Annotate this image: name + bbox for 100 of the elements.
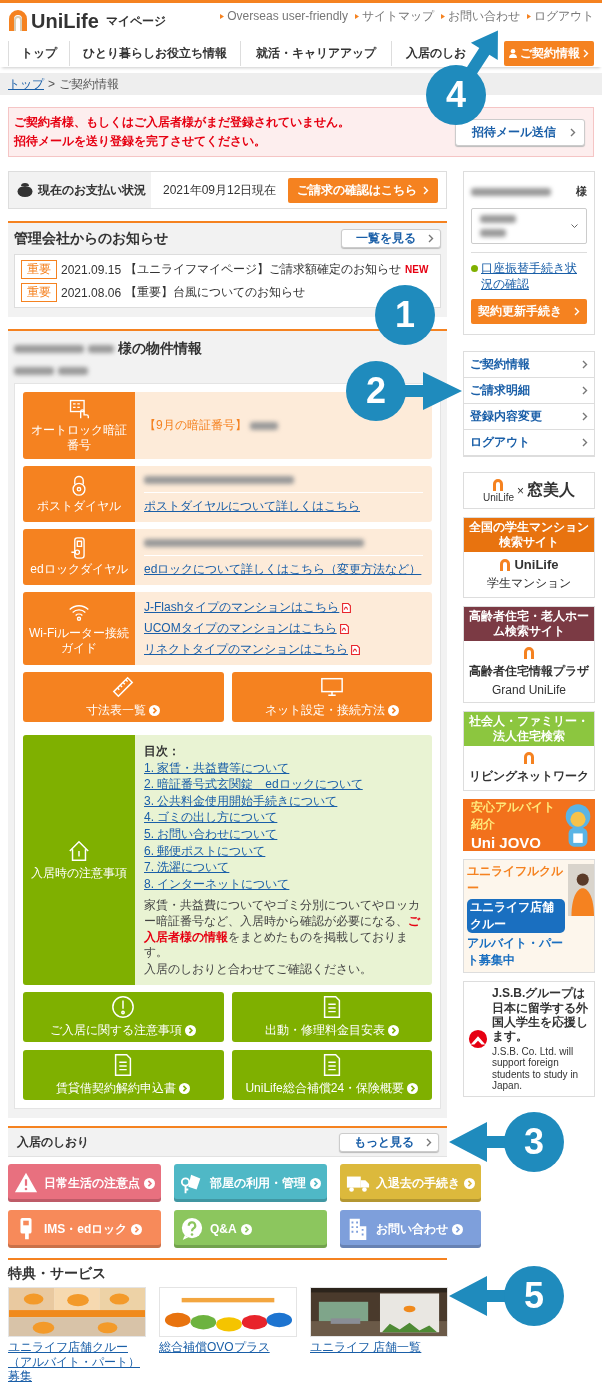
info-link[interactable]: リネクトタイプのマンションはこちら [144, 641, 348, 658]
chevron-icon [423, 185, 429, 195]
header-link[interactable]: お問い合わせ [448, 7, 520, 25]
header-link[interactable]: Overseas user-friendly [227, 9, 348, 23]
banner-header: 全国の学生マンション検索サイト [464, 518, 594, 553]
banner-header: 社会人・ファミリー・法人住宅検索 [464, 712, 594, 747]
blurred-text [480, 215, 516, 223]
banner-title: ユニライフルクルー [467, 863, 564, 898]
info-link[interactable]: J-Flashタイプのマンションはこちら [144, 599, 340, 616]
banner-mark: × [517, 483, 525, 498]
blurred-text [14, 345, 84, 353]
service-link[interactable]: ユニライフ店舗クルー（アルバイト・パート）募集 [8, 1340, 146, 1384]
question-icon [180, 1217, 204, 1242]
blurred-text [249, 421, 278, 430]
banner[interactable]: 高齢者住宅・老人ホーム検索サイト 高齢者住宅情報プラザ Grand UniLife [463, 606, 595, 704]
honorific: 様 [576, 184, 587, 199]
account-transfer-link[interactable]: 口座振替手続き状況の確認 [481, 261, 587, 293]
bullet-icon [220, 13, 225, 19]
info-label: edロックダイヤル [30, 562, 128, 577]
notes-text: 入居のしおりと合わせてご確認ください。 [144, 961, 373, 978]
house-icon [67, 839, 91, 864]
banner-logo: リビングネットワーク [469, 768, 589, 786]
wallet-icon [17, 183, 33, 197]
info-link[interactable]: UCOMタイプのマンションはこちら [144, 620, 337, 637]
toc-link[interactable]: 5. お問い合わせについて [144, 826, 278, 843]
ruler-icon [111, 675, 136, 699]
status-dot [471, 265, 478, 272]
view-list-button[interactable]: 一覧を見る [341, 229, 441, 248]
header-link[interactable]: サイトマップ [362, 7, 434, 25]
nav-item[interactable]: トップ [21, 44, 57, 62]
arrow-circle-icon [185, 1025, 197, 1037]
info-link[interactable]: edロックについて詳しくはこちら（変更方法など） [144, 561, 422, 578]
section-title: 様の物件情報 [118, 340, 202, 358]
info-heading: 【9月の暗証番号】 [144, 417, 247, 434]
banner[interactable]: ユニライフルクルー ユニライフ店舗クルー アルバイト・パート募集中 [463, 859, 595, 974]
blurred-text [88, 345, 114, 353]
logo-icon [8, 10, 28, 32]
nav-item[interactable]: 就活・キャリアアップ [256, 44, 376, 62]
chevron-icon [583, 48, 589, 58]
service-link[interactable]: 総合補償OVOプラス [159, 1340, 297, 1355]
banner[interactable]: 全国の学生マンション検索サイト UniLife 学生マンション [463, 517, 595, 599]
toc-link[interactable]: 3. 公共料金使用開始手続きについて [144, 793, 338, 810]
arrow-circle-icon [131, 1223, 143, 1235]
notice-link[interactable]: 【重要】台風についてのお知らせ [125, 284, 306, 301]
notice-link[interactable]: 【ユニライフマイページ】ご請求額確定のお知らせ [125, 261, 402, 278]
banner[interactable]: 社会人・ファミリー・法人住宅検索 リビングネットワーク [463, 711, 595, 792]
arrow-circle-icon [387, 1025, 399, 1037]
toc-title: 目次： [144, 744, 181, 760]
toc-link[interactable]: 7. 洗濯について [144, 860, 230, 876]
nav-item[interactable]: 入居のしお [406, 44, 466, 62]
banner-subtitle: Grand UniLife [491, 683, 566, 698]
logo-subtitle: マイページ [105, 12, 166, 30]
bullet-icon [441, 13, 445, 19]
info-label: ポストダイヤル [37, 499, 121, 514]
toc-link[interactable]: 2. 暗証番号式玄関錠 edロックについて [144, 777, 363, 793]
arrow-circle-icon [149, 705, 161, 716]
bullet-icon [527, 13, 531, 19]
header-link[interactable]: ログアウト [534, 7, 594, 25]
chevron-icon [582, 360, 588, 370]
chevron-icon [582, 438, 588, 448]
arrow-circle-icon [387, 705, 399, 716]
blurred-text [480, 229, 506, 237]
logo-icon [523, 646, 535, 661]
invite-mail-button[interactable]: 招待メール送信 [455, 118, 585, 146]
mountain-logo-icon [468, 1028, 488, 1049]
breadcrumb-current: ご契約情報 [59, 75, 119, 93]
chevron-icon [582, 386, 588, 396]
section-title: 管理会社からのお知らせ [14, 229, 168, 248]
payment-label: 現在のお支払い状況 [38, 181, 146, 199]
notice-date: 2021.09.15 [61, 262, 122, 277]
arrow-circle-icon [179, 1083, 191, 1095]
banner-title: 窓美人 [527, 480, 576, 501]
toc-link[interactable]: 6. 郵便ポストについて [144, 843, 266, 860]
section-title: 入居のしおり [17, 1133, 89, 1151]
chevron-icon [574, 307, 580, 317]
new-label: NEW [405, 264, 429, 275]
service-link[interactable]: ユニライフ 店舗一覧 [310, 1340, 448, 1355]
banner-headline: アルバイト・パート募集中 [467, 935, 564, 970]
more-button[interactable]: もっと見る [339, 1132, 439, 1152]
blurred-text [14, 367, 54, 375]
bullet-icon [355, 13, 359, 19]
banner-title: Uni JOVO [471, 834, 542, 852]
banner[interactable]: J.S.B.グループは日本に留学する外国人学生を応援します。 J.S.B. Co. Ltd. will support foreign students to study in Japan. [463, 981, 595, 1097]
banner[interactable]: UniLife × 窓美人 [463, 472, 595, 510]
toc-link[interactable]: 1. 家賃・共益費等について [144, 760, 290, 777]
banner-text: J.S.B.グループは日本に留学する外国人学生を応援します。 [492, 986, 589, 1044]
banner-tagline: 安心アルバイト紹介 [471, 799, 556, 834]
logo-text[interactable]: UniLife [31, 9, 99, 33]
info-label: Wi-Fiルーター接続ガイド [28, 626, 130, 656]
info-link[interactable]: ポストダイヤルについて詳しくはこちら [144, 498, 360, 515]
info-label: オートロック暗証番号 [30, 423, 128, 453]
toc-link[interactable]: 4. ゴミの出し方について [144, 810, 278, 826]
property-select[interactable] [471, 208, 587, 244]
banner-tag: ユニライフ店舗クルー [467, 899, 565, 934]
breadcrumb-link[interactable]: トップ [8, 75, 44, 93]
toc-link[interactable]: 8. インターネットについて [144, 876, 290, 893]
person-icon [509, 48, 517, 58]
chevron-icon [426, 1137, 432, 1147]
section-title: 特典・サービス [8, 1265, 107, 1284]
nav-item[interactable]: ひとり暮らしお役立ち情報 [83, 44, 227, 62]
